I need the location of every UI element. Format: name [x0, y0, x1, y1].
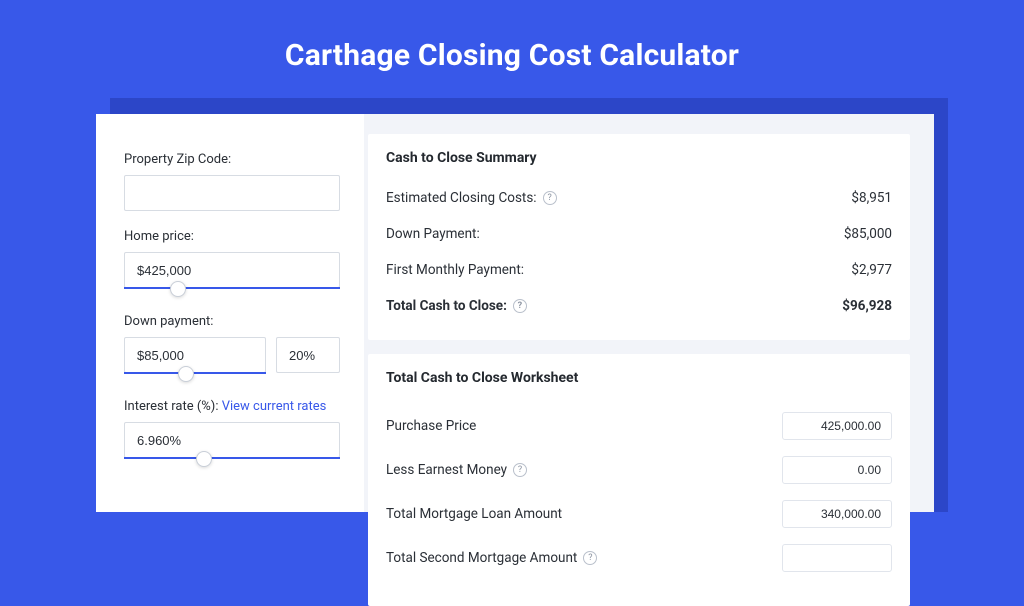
- worksheet-label: Total Mortgage Loan Amount: [386, 506, 562, 522]
- interest-label-text: Interest rate (%):: [124, 399, 222, 414]
- interest-input[interactable]: [124, 422, 340, 458]
- zip-field-block: Property Zip Code:: [124, 152, 340, 211]
- summary-label: First Monthly Payment:: [386, 262, 524, 278]
- worksheet-input-earnest-money[interactable]: [782, 456, 892, 484]
- interest-slider-track[interactable]: [124, 457, 340, 459]
- summary-row-first-payment: First Monthly Payment: $2,977: [386, 252, 892, 288]
- interest-label: Interest rate (%): View current rates: [124, 399, 340, 414]
- calculator-card: Property Zip Code: Home price: Down paym…: [96, 114, 934, 512]
- summary-label: Down Payment:: [386, 226, 480, 242]
- home-price-field-block: Home price:: [124, 229, 340, 288]
- help-icon[interactable]: ?: [583, 551, 597, 565]
- home-price-slider-thumb[interactable]: [170, 281, 186, 297]
- summary-value: $2,977: [851, 262, 892, 278]
- down-payment-slider-track[interactable]: [124, 372, 266, 374]
- summary-row-down-payment: Down Payment: $85,000: [386, 216, 892, 252]
- home-price-slider-track[interactable]: [124, 287, 340, 289]
- summary-heading: Cash to Close Summary: [386, 150, 892, 166]
- worksheet-label: Total Second Mortgage Amount: [386, 550, 577, 566]
- help-icon[interactable]: ?: [513, 299, 527, 313]
- zip-label: Property Zip Code:: [124, 152, 340, 167]
- help-icon[interactable]: ?: [513, 463, 527, 477]
- summary-row-closing-costs: Estimated Closing Costs: ? $8,951: [386, 180, 892, 216]
- worksheet-panel: Total Cash to Close Worksheet Purchase P…: [368, 354, 910, 606]
- worksheet-input-purchase-price[interactable]: [782, 412, 892, 440]
- down-payment-field-block: Down payment:: [124, 314, 340, 373]
- summary-label: Total Cash to Close:: [386, 298, 507, 314]
- interest-field-block: Interest rate (%): View current rates: [124, 399, 340, 458]
- worksheet-row-second-mortgage: Total Second Mortgage Amount ?: [386, 532, 892, 576]
- down-payment-label: Down payment:: [124, 314, 340, 329]
- worksheet-heading: Total Cash to Close Worksheet: [386, 370, 892, 386]
- home-price-input[interactable]: [124, 252, 340, 288]
- summary-label: Estimated Closing Costs:: [386, 190, 537, 206]
- worksheet-label: Less Earnest Money: [386, 462, 507, 478]
- worksheet-input-mortgage-amount[interactable]: [782, 500, 892, 528]
- down-payment-pct-input[interactable]: [276, 337, 340, 373]
- worksheet-input-second-mortgage[interactable]: [782, 544, 892, 572]
- summary-value: $96,928: [842, 298, 892, 314]
- worksheet-row-mortgage-amount: Total Mortgage Loan Amount: [386, 488, 892, 532]
- worksheet-row-earnest-money: Less Earnest Money ?: [386, 444, 892, 488]
- view-rates-link[interactable]: View current rates: [222, 399, 327, 414]
- worksheet-label: Purchase Price: [386, 418, 476, 434]
- summary-value: $8,951: [851, 190, 892, 206]
- page-title: Carthage Closing Cost Calculator: [0, 0, 1024, 97]
- worksheet-row-purchase-price: Purchase Price: [386, 400, 892, 444]
- inputs-column: Property Zip Code: Home price: Down paym…: [96, 114, 364, 512]
- down-payment-slider-thumb[interactable]: [178, 366, 194, 382]
- help-icon[interactable]: ?: [543, 191, 557, 205]
- summary-panel: Cash to Close Summary Estimated Closing …: [368, 134, 910, 340]
- zip-input[interactable]: [124, 175, 340, 211]
- interest-slider-thumb[interactable]: [196, 451, 212, 467]
- home-price-label: Home price:: [124, 229, 340, 244]
- summary-row-total: Total Cash to Close: ? $96,928: [386, 288, 892, 324]
- results-column: Cash to Close Summary Estimated Closing …: [364, 114, 934, 512]
- down-payment-input[interactable]: [124, 337, 266, 373]
- card-right-shadow: [934, 114, 948, 512]
- summary-value: $85,000: [844, 226, 892, 242]
